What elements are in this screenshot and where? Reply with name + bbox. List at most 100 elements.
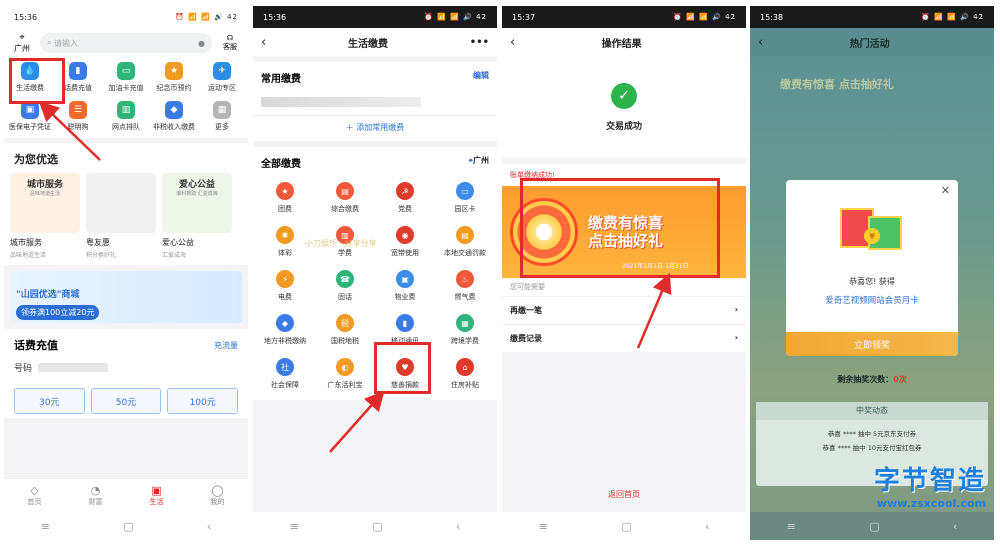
remaining-draws: 剩余抽奖次数：0次 (750, 374, 994, 385)
payment-type-icon: ▭ (456, 182, 474, 200)
service-item[interactable]: ▥ 网点排队 (102, 101, 150, 132)
recommend-item[interactable]: 粤友惠 积分换好礼 (86, 173, 156, 259)
back-nav-icon[interactable]: ‹ (207, 520, 211, 533)
payment-type-item[interactable]: ⌂ 住房补贴 (435, 358, 495, 390)
payment-type-item[interactable]: ☭ 党费 (375, 182, 435, 214)
service-item[interactable]: ★ 纪念币预约 (150, 62, 198, 93)
customer-service-label: 客服 (223, 43, 237, 51)
microphone-icon[interactable]: ● (198, 39, 205, 48)
home-nav-icon[interactable]: ▢ (123, 520, 133, 533)
payment-type-label: 燃气费 (454, 293, 476, 301)
payment-type-item[interactable]: ▭ 园区卡 (435, 182, 495, 214)
payment-type-item[interactable]: ★ 团费 (255, 182, 315, 214)
payment-type-icon: ⚡ (276, 270, 294, 288)
recharge-section: 话费充值 充流量 号码 30元 50元 100元 (4, 329, 248, 418)
service-item[interactable]: ◆ 非税收入缴费 (150, 101, 198, 132)
ad-coupon-button[interactable]: 领券满100立减20元 (16, 305, 100, 320)
brand-url: www.zsxcool.com (876, 497, 986, 510)
winner-row: 恭喜 **** 抽中 10元支付宝红包券 (822, 444, 922, 452)
tab-item[interactable]: ◇ 首页 (28, 484, 42, 507)
payment-history-row[interactable]: 缴费记录 › (502, 324, 746, 352)
back-arrow-icon[interactable]: ‹ (758, 35, 763, 50)
payment-type-icon: ▦ (456, 314, 474, 332)
menu-nav-icon[interactable]: ≡ (41, 520, 50, 533)
tab-label: 首页 (27, 498, 42, 506)
payment-type-label: 综合缴费 (331, 205, 359, 213)
amount-option[interactable]: 30元 (14, 388, 85, 414)
tab-item[interactable]: ◯ 我的 (211, 484, 225, 507)
menu-nav-icon[interactable]: ≡ (290, 520, 299, 533)
payment-type-item[interactable]: ◐ 广东活利宝 (315, 358, 375, 390)
bottom-tab-bar: ◇ 首页 ◔ 财富 ▣ 生活 ◯ 我的 (4, 478, 248, 512)
ad-banner[interactable]: "山园优选"商城 领券满100立减20元 (10, 271, 242, 323)
edit-button[interactable]: 编辑 (473, 70, 489, 85)
payment-type-item[interactable]: ⚡ 电费 (255, 270, 315, 302)
home-nav-icon[interactable]: ▢ (869, 520, 879, 533)
payment-type-item[interactable]: ☎ 固话 (315, 270, 375, 302)
service-item[interactable]: ✈ 运动专区 (198, 62, 246, 93)
back-nav-icon[interactable]: ‹ (705, 520, 709, 533)
service-item[interactable]: ▣ 医保电子凭证 (6, 101, 54, 132)
add-common-payment-button[interactable]: ＋ 添加常用缴费 (253, 115, 497, 141)
payment-type-item[interactable]: ▤ 本地交通罚款 (435, 226, 495, 258)
payment-type-label: 党费 (398, 205, 412, 213)
recommend-item[interactable]: 爱心公益 爆科救助 汇爱成海 爱心公益 汇爱成海 (162, 173, 232, 259)
customer-service-button[interactable]: ☊ 客服 (218, 34, 242, 52)
menu-nav-icon[interactable]: ≡ (787, 520, 796, 533)
back-nav-icon[interactable]: ‹ (456, 520, 460, 533)
back-arrow-icon[interactable]: ‹ (510, 35, 515, 50)
saved-payment-item[interactable] (261, 97, 421, 107)
home-nav-icon[interactable]: ▢ (372, 520, 382, 533)
service-item[interactable]: ▭ 加油卡充值 (102, 62, 150, 93)
tab-item[interactable]: ◔ 财富 (89, 484, 103, 507)
repay-label: 再缴一笔 (510, 306, 542, 315)
recommend-item[interactable]: 城市服务 品味地道生活 城市服务 品味地道生活 (10, 173, 80, 259)
close-icon[interactable]: ✕ (941, 184, 950, 197)
recommend-banner-sub: 品味地道生活 (29, 191, 60, 197)
payment-type-item[interactable]: ▤ 综合缴费 (315, 182, 375, 214)
payment-type-label: 社会保障 (271, 381, 299, 389)
phone-life-payment-screen: 15:36 ⏰ 📶 📶 🔊 42 ‹ 生活缴费 ••• 常用缴费 编辑 ＋ 添加… (253, 6, 497, 540)
payment-type-label: 学费 (338, 249, 352, 257)
repay-row[interactable]: 再缴一笔 › (502, 296, 746, 324)
service-item[interactable]: ☰ 聪明购 (54, 101, 102, 132)
page-header: ‹ 操作结果 (502, 28, 746, 56)
search-input[interactable]: ⌕ 请输入 ● (40, 33, 212, 53)
location-selector[interactable]: ⌖ 广州 (10, 33, 34, 54)
recommend-banner: 爱心公益 爆科救助 汇爱成海 (162, 173, 232, 233)
recharge-data-link[interactable]: 充流量 (214, 340, 238, 351)
service-item[interactable]: ▦ 更多 (198, 101, 246, 132)
recommend-banner-sub: 爆科救助 汇爱成海 (176, 191, 218, 197)
brand-watermark: 字节智造 www.zsxcool.com (874, 460, 986, 510)
status-bar: 15:37 ⏰ 📶 📶 🔊 42 (502, 6, 746, 28)
back-nav-icon[interactable]: ‹ (953, 520, 957, 533)
phone-number-row[interactable]: 号码 (14, 361, 238, 374)
tab-item[interactable]: ▣ 生活 (150, 484, 164, 507)
payment-type-item[interactable]: ▣ 物业费 (375, 270, 435, 302)
claim-prize-button[interactable]: 立即领奖 (786, 332, 958, 356)
return-home-button[interactable]: 返回首页 (502, 489, 746, 500)
highlight-box-mobile (374, 342, 431, 394)
service-label: 运动专区 (208, 84, 236, 92)
common-payment-card: 常用缴费 编辑 ＋ 添加常用缴费 (253, 62, 497, 141)
chevron-right-icon: › (734, 333, 738, 342)
payment-type-item[interactable]: ▦ 跨境学费 (435, 314, 495, 346)
payment-type-item[interactable]: 税国税地税 (315, 314, 375, 346)
payment-type-item[interactable]: ◆ 地方非税缴纳 (255, 314, 315, 346)
payment-type-item[interactable]: ♨ 燃气费 (435, 270, 495, 302)
payment-type-item[interactable]: 社社会保障 (255, 358, 315, 390)
prize-name: 爱奇艺视频网站会员月卡 (825, 296, 919, 306)
service-label: 医保电子凭证 (9, 123, 51, 131)
system-nav-bar: ≡ ▢ ‹ (4, 512, 248, 540)
home-nav-icon[interactable]: ▢ (621, 520, 631, 533)
payment-type-item[interactable]: ◉ 宽带使用 (375, 226, 435, 258)
back-arrow-icon[interactable]: ‹ (261, 35, 266, 50)
amount-option[interactable]: 50元 (90, 388, 162, 414)
city-selector[interactable]: ⌖广州 (468, 155, 489, 170)
more-menu-icon[interactable]: ••• (470, 37, 489, 48)
payment-type-icon: 社 (276, 358, 294, 376)
menu-nav-icon[interactable]: ≡ (539, 520, 548, 533)
amount-option[interactable]: 100元 (167, 388, 239, 414)
payment-type-label: 电费 (278, 293, 292, 301)
remaining-label: 剩余抽奖次数： (837, 375, 894, 384)
